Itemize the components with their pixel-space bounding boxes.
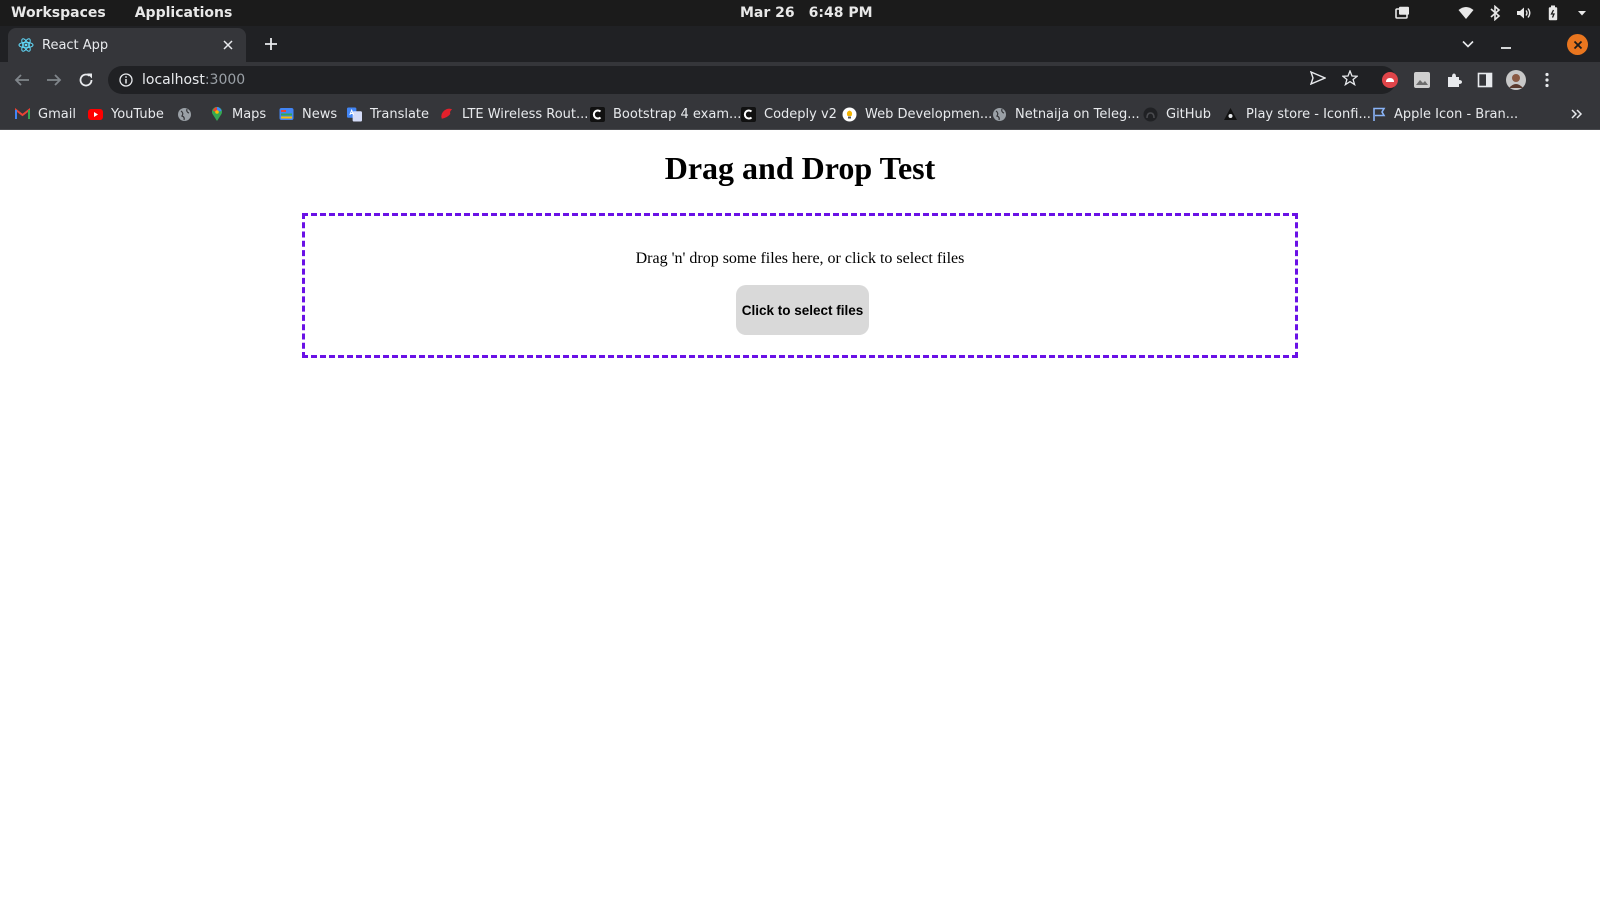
news-icon (279, 107, 294, 122)
tab-close-icon[interactable] (220, 37, 236, 53)
bookmark-codeply[interactable]: Codeply v2 (741, 105, 837, 123)
bookmark-lte-router[interactable]: LTE Wireless Rout... (439, 105, 588, 123)
os-menu: Workspaces Applications (11, 0, 232, 26)
tab-search-chevron-icon[interactable] (1457, 33, 1479, 55)
extension-image-icon[interactable] (1410, 68, 1434, 92)
flag-icon (1371, 107, 1386, 122)
bookmarks-bar: Gmail YouTube Maps News Translate LTE Wi… (0, 98, 1600, 130)
bookmark-label: GitHub (1166, 106, 1212, 122)
workspaces-menu[interactable]: Workspaces (11, 5, 106, 21)
bookmark-play-store[interactable]: Play store - Iconfi... (1223, 105, 1371, 123)
select-files-button[interactable]: Click to select files (736, 285, 869, 335)
bookmark-gmail[interactable]: Gmail (15, 105, 76, 123)
bookmark-label: News (302, 106, 338, 122)
bookmark-netnaija[interactable]: Netnaija on Teleg... (992, 105, 1140, 123)
page-viewport: Drag and Drop Test Drag 'n' drop some fi… (0, 130, 1600, 900)
forward-arrow-icon[interactable] (42, 68, 66, 92)
codeply-icon (741, 106, 756, 122)
more-bookmarks-chevron-icon[interactable] (1568, 105, 1586, 123)
battery-icon[interactable] (1545, 5, 1561, 21)
notifications-icon[interactable] (1394, 5, 1410, 21)
os-top-bar: Workspaces Applications Mar 26 6:48 PM (0, 0, 1600, 26)
extensions-puzzle-icon[interactable] (1442, 68, 1466, 92)
send-icon[interactable] (1308, 68, 1328, 88)
system-menu-chevron-icon[interactable] (1574, 5, 1590, 21)
profile-avatar[interactable] (1504, 68, 1528, 92)
dropzone-instructions: Drag 'n' drop some files here, or click … (635, 250, 965, 267)
bookmark-globe[interactable] (177, 105, 192, 123)
browser-menu-dots-icon[interactable] (1535, 68, 1559, 92)
clock[interactable]: Mar 26 6:48 PM (740, 0, 873, 26)
address-bar[interactable]: localhost:3000 (108, 66, 1396, 94)
reload-icon[interactable] (74, 68, 98, 92)
applications-menu[interactable]: Applications (135, 5, 233, 21)
gmail-icon (15, 107, 30, 122)
browser-toolbar: localhost:3000 (0, 62, 1600, 98)
tab-react-app[interactable]: React App (8, 28, 246, 62)
globe-icon (992, 107, 1007, 122)
bookmark-bootstrap[interactable]: Bootstrap 4 exam... (590, 105, 741, 123)
bookmark-apple-icon[interactable]: Apple Icon - Bran... (1371, 105, 1518, 123)
bookmark-label: Codeply v2 (764, 106, 837, 122)
system-tray (1394, 0, 1590, 26)
volume-icon[interactable] (1516, 5, 1532, 21)
site-info-icon[interactable] (118, 72, 134, 88)
url-host: localhost (142, 72, 205, 88)
file-dropzone[interactable]: Drag 'n' drop some files here, or click … (302, 213, 1298, 358)
wifi-icon[interactable] (1458, 5, 1474, 21)
side-panel-icon[interactable] (1473, 68, 1497, 92)
bookmark-maps[interactable]: Maps (209, 105, 266, 123)
new-tab-plus-icon[interactable] (260, 33, 282, 55)
router-icon (439, 107, 454, 122)
bookmark-label: Translate (370, 106, 430, 122)
github-icon (1143, 107, 1158, 122)
youtube-icon (88, 107, 103, 122)
bookmark-label: Apple Icon - Bran... (1394, 106, 1519, 122)
clock-date: Mar 26 (740, 5, 795, 21)
codeply-icon (590, 106, 605, 122)
url-port: :3000 (204, 72, 246, 88)
iconfinder-icon (1223, 107, 1238, 122)
bookmark-youtube[interactable]: YouTube (88, 105, 164, 123)
page-title: Drag and Drop Test (664, 150, 936, 186)
bookmark-label: Play store - Iconfi... (1246, 106, 1371, 122)
minimize-icon[interactable] (1495, 33, 1517, 55)
tab-strip: React App (0, 26, 1600, 62)
bulb-icon (842, 107, 857, 122)
extension-cloud-icon[interactable] (1378, 68, 1402, 92)
bookmark-label: Web Developmen... (865, 106, 993, 122)
bookmark-label: Maps (232, 106, 267, 122)
bookmark-news[interactable]: News (279, 105, 337, 123)
bluetooth-icon[interactable] (1487, 5, 1503, 21)
translate-icon (347, 106, 362, 122)
window-close-icon[interactable] (1567, 34, 1588, 55)
bookmark-label: Bootstrap 4 exam... (613, 106, 742, 122)
clock-time: 6:48 PM (808, 5, 873, 21)
bookmark-web-development[interactable]: Web Developmen... (842, 105, 992, 123)
tab-title: React App (42, 37, 109, 53)
back-arrow-icon[interactable] (10, 68, 34, 92)
bookmark-label: YouTube (111, 106, 164, 122)
bookmark-translate[interactable]: Translate (347, 105, 429, 123)
react-icon (18, 37, 34, 53)
maps-icon (209, 106, 224, 122)
bookmark-star-icon[interactable] (1340, 68, 1360, 88)
bookmark-label: LTE Wireless Rout... (462, 106, 589, 122)
bookmark-label: Gmail (38, 106, 76, 122)
globe-icon (177, 107, 192, 122)
bookmark-github[interactable]: GitHub (1143, 105, 1211, 123)
bookmark-label: Netnaija on Teleg... (1015, 106, 1140, 122)
